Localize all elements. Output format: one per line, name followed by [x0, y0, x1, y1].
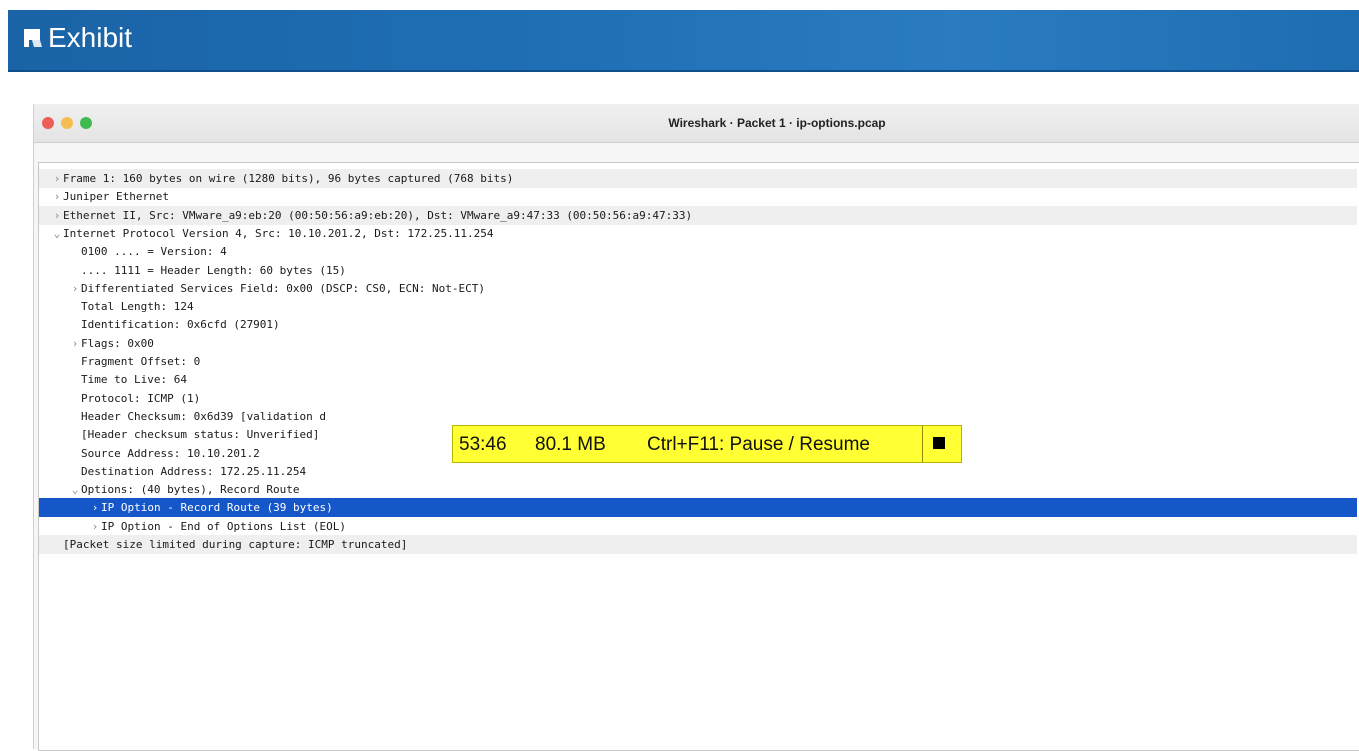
window-titlebar[interactable]: Wireshark · Packet 1 · ip-options.pcap — [34, 104, 1359, 143]
tree-row[interactable]: Identification: 0x6cfd (27901) — [39, 315, 1357, 334]
tree-row[interactable]: .... 1111 = Header Length: 60 bytes (15) — [39, 261, 1357, 280]
tree-row-label: Frame 1: 160 bytes on wire (1280 bits), … — [63, 172, 514, 185]
tree-row[interactable]: Destination Address: 172.25.11.254 — [39, 462, 1357, 481]
recording-size: 80.1 MB — [535, 434, 606, 455]
tree-row-label: Identification: 0x6cfd (27901) — [81, 318, 280, 332]
tree-row-selected[interactable]: › IP Option - Record Route (39 bytes) — [39, 498, 1357, 518]
tree-row-label: 0100 .... = Version: 4 — [81, 245, 227, 259]
window-title: Wireshark · Packet 1 · ip-options.pcap — [668, 116, 886, 130]
expand-toggle-icon[interactable]: › — [51, 206, 63, 225]
recorder-overlay: 53:46 80.1 MB Ctrl+F11: Pause / Resume — [452, 425, 962, 463]
tree-row[interactable]: › Differentiated Services Field: 0x00 (DS… — [39, 279, 1357, 298]
expand-toggle-icon[interactable]: › — [51, 187, 63, 206]
tree-row-label: .... 1111 = Header Length: 60 bytes (15) — [81, 263, 346, 277]
tree-row[interactable]: › Ethernet II, Src: VMware_a9:eb:20 (00:5… — [39, 205, 1357, 225]
overlay-divider — [922, 426, 923, 462]
recording-time: 53:46 — [459, 434, 507, 455]
tree-row-label: IP Option - Record Route (39 bytes) — [101, 501, 333, 515]
tree-row-label: Juniper Ethernet — [63, 190, 169, 204]
tree-row-label: Protocol: ICMP (1) — [81, 391, 201, 405]
exhibit-header: Exhibit — [8, 10, 1359, 72]
tree-row-label: Ethernet II, Src: VMware_a9:eb:20 (00:50… — [63, 208, 693, 222]
tree-row[interactable]: ⌄ Options: (40 bytes), Record Route — [39, 480, 1357, 499]
expand-toggle-icon[interactable]: › — [69, 334, 81, 353]
tree-row-label: Options: (40 bytes), Record Route — [81, 483, 300, 497]
tree-row[interactable]: 0100 .... = Version: 4 — [39, 242, 1357, 261]
expand-toggle-icon[interactable]: ⌄ — [69, 480, 81, 499]
tree-row-label: Total Length: 124 — [81, 300, 194, 314]
tree-row-label: Flags: 0x00 — [81, 336, 154, 350]
stop-icon[interactable] — [933, 437, 945, 449]
pause-resume-hint: Ctrl+F11: Pause / Resume — [647, 434, 870, 455]
tree-row[interactable]: ⌄ Internet Protocol Version 4, Src: 10.10… — [39, 224, 1357, 243]
tree-row-label: Differentiated Services Field: 0x00 (DSC… — [81, 281, 485, 295]
expand-toggle-icon[interactable]: › — [69, 279, 81, 298]
tree-row[interactable]: [Packet size limited during capture: ICM… — [39, 535, 1357, 554]
tree-row[interactable]: Fragment Offset: 0 — [39, 352, 1357, 371]
tree-row-label: Header Checksum: 0x6d39 [validation d — [81, 409, 327, 423]
expand-toggle-icon[interactable]: › — [89, 517, 101, 536]
tree-row[interactable]: Time to Live: 64 — [39, 370, 1357, 389]
exhibit-flag-icon — [24, 29, 42, 47]
tree-row[interactable]: Header Checksum: 0x6d39 [validation d — [39, 407, 1357, 426]
tree-row-label: Destination Address: 172.25.11.254 — [81, 464, 307, 478]
tree-row[interactable]: › Juniper Ethernet — [39, 187, 1357, 206]
tree-row-label: Fragment Offset: 0 — [81, 355, 201, 368]
tree-row-label: Time to Live: 64 — [81, 373, 187, 387]
tree-row-label: [Packet size limited during capture: ICM… — [63, 538, 408, 551]
tree-row-label: IP Option - End of Options List (EOL) — [101, 519, 347, 533]
tree-row-label: [Header checksum status: Unverified] — [81, 428, 320, 442]
tree-row[interactable]: › IP Option - End of Options List (EOL) — [39, 517, 1357, 536]
exhibit-title: Exhibit — [48, 22, 133, 53]
expand-toggle-icon[interactable]: › — [51, 169, 63, 188]
tree-row-label: Internet Protocol Version 4, Src: 10.10.… — [63, 226, 494, 240]
tree-row[interactable]: Protocol: ICMP (1) — [39, 389, 1357, 408]
tree-row[interactable]: › Frame 1: 160 bytes on wire (1280 bits),… — [39, 169, 1357, 188]
tree-row[interactable]: › Flags: 0x00 — [39, 334, 1357, 353]
tree-row[interactable]: Total Length: 124 — [39, 297, 1357, 316]
expand-toggle-icon[interactable]: ⌄ — [51, 224, 63, 243]
tree-row-label: Source Address: 10.10.201.2 — [81, 446, 260, 460]
expand-toggle-icon[interactable]: › — [89, 498, 101, 517]
